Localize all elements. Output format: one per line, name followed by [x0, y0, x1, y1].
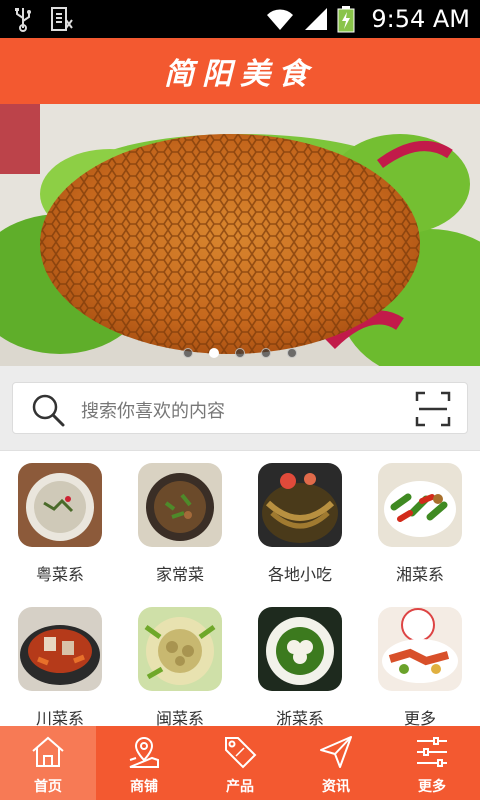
- cantonese-dish-image: [18, 463, 102, 547]
- snack-image: [258, 463, 342, 547]
- search-area: 搜索你喜欢的内容: [0, 366, 480, 450]
- category-label: 家常菜: [155, 565, 204, 584]
- nav-shops[interactable]: 商铺: [96, 726, 192, 800]
- app-header: 简阳美食: [0, 38, 480, 104]
- search-icon: [32, 394, 65, 427]
- carousel-dot[interactable]: [287, 348, 297, 358]
- nav-home[interactable]: 首页: [0, 726, 96, 800]
- carousel-dot[interactable]: [261, 348, 271, 358]
- category-label: 湘菜系: [395, 565, 444, 584]
- category-item[interactable]: 川菜系: [0, 595, 120, 735]
- debug-icon: [51, 7, 73, 31]
- nav-more[interactable]: 更多: [384, 726, 480, 800]
- banner-image: [0, 104, 480, 366]
- send-icon: [320, 736, 352, 768]
- carousel-dot[interactable]: [183, 348, 193, 358]
- sale-tag-icon: [225, 737, 257, 769]
- home-icon: [32, 736, 64, 767]
- category-item[interactable]: 粤菜系: [0, 451, 120, 591]
- home-dish-image: [138, 463, 222, 547]
- bottom-nav: 首页 商铺 产品 资讯 更多: [0, 726, 480, 800]
- carousel-dot[interactable]: [235, 348, 245, 358]
- nav-label: 产品: [226, 779, 254, 795]
- nav-products[interactable]: 产品: [192, 726, 288, 800]
- category-item[interactable]: 闽菜系: [120, 595, 240, 735]
- category-item[interactable]: 更多: [360, 595, 480, 735]
- category-item[interactable]: 各地小吃: [240, 451, 360, 591]
- nav-label: 更多: [418, 779, 446, 795]
- nav-label: 商铺: [130, 779, 158, 795]
- wifi-icon: [267, 9, 294, 30]
- nav-label: 首页: [34, 779, 62, 795]
- status-bar: 9:54 AM: [0, 0, 480, 38]
- category-grid: 粤菜系 家常菜 各地小吃 湘菜系 川菜系 闽菜系 浙菜系 更多: [0, 450, 480, 728]
- signal-icon: [305, 8, 328, 30]
- category-item[interactable]: 浙菜系: [240, 595, 360, 735]
- banner-carousel[interactable]: [0, 104, 480, 366]
- zhejiang-dish-image: [258, 607, 342, 691]
- nav-label: 资讯: [322, 779, 350, 795]
- search-placeholder: 搜索你喜欢的内容: [81, 401, 225, 422]
- category-label: 各地小吃: [267, 565, 332, 584]
- scan-icon[interactable]: [415, 391, 451, 427]
- more-dish-image: [378, 607, 462, 691]
- carousel-dot-active[interactable]: [209, 348, 219, 358]
- category-item[interactable]: 湘菜系: [360, 451, 480, 591]
- page-title: 简阳美食: [164, 57, 316, 92]
- map-pin-icon: [129, 736, 159, 768]
- sliders-icon: [417, 737, 447, 767]
- sichuan-dish-image: [18, 607, 102, 691]
- category-label: 粤菜系: [35, 565, 84, 584]
- hunan-dish-image: [378, 463, 462, 547]
- carousel-indicator: [0, 348, 480, 358]
- usb-icon: [15, 8, 31, 32]
- category-item[interactable]: 家常菜: [120, 451, 240, 591]
- clock: 9:54 AM: [371, 5, 470, 33]
- nav-news[interactable]: 资讯: [288, 726, 384, 800]
- fujian-dish-image: [138, 607, 222, 691]
- search-input[interactable]: 搜索你喜欢的内容: [12, 382, 468, 434]
- battery-icon: [337, 6, 355, 33]
